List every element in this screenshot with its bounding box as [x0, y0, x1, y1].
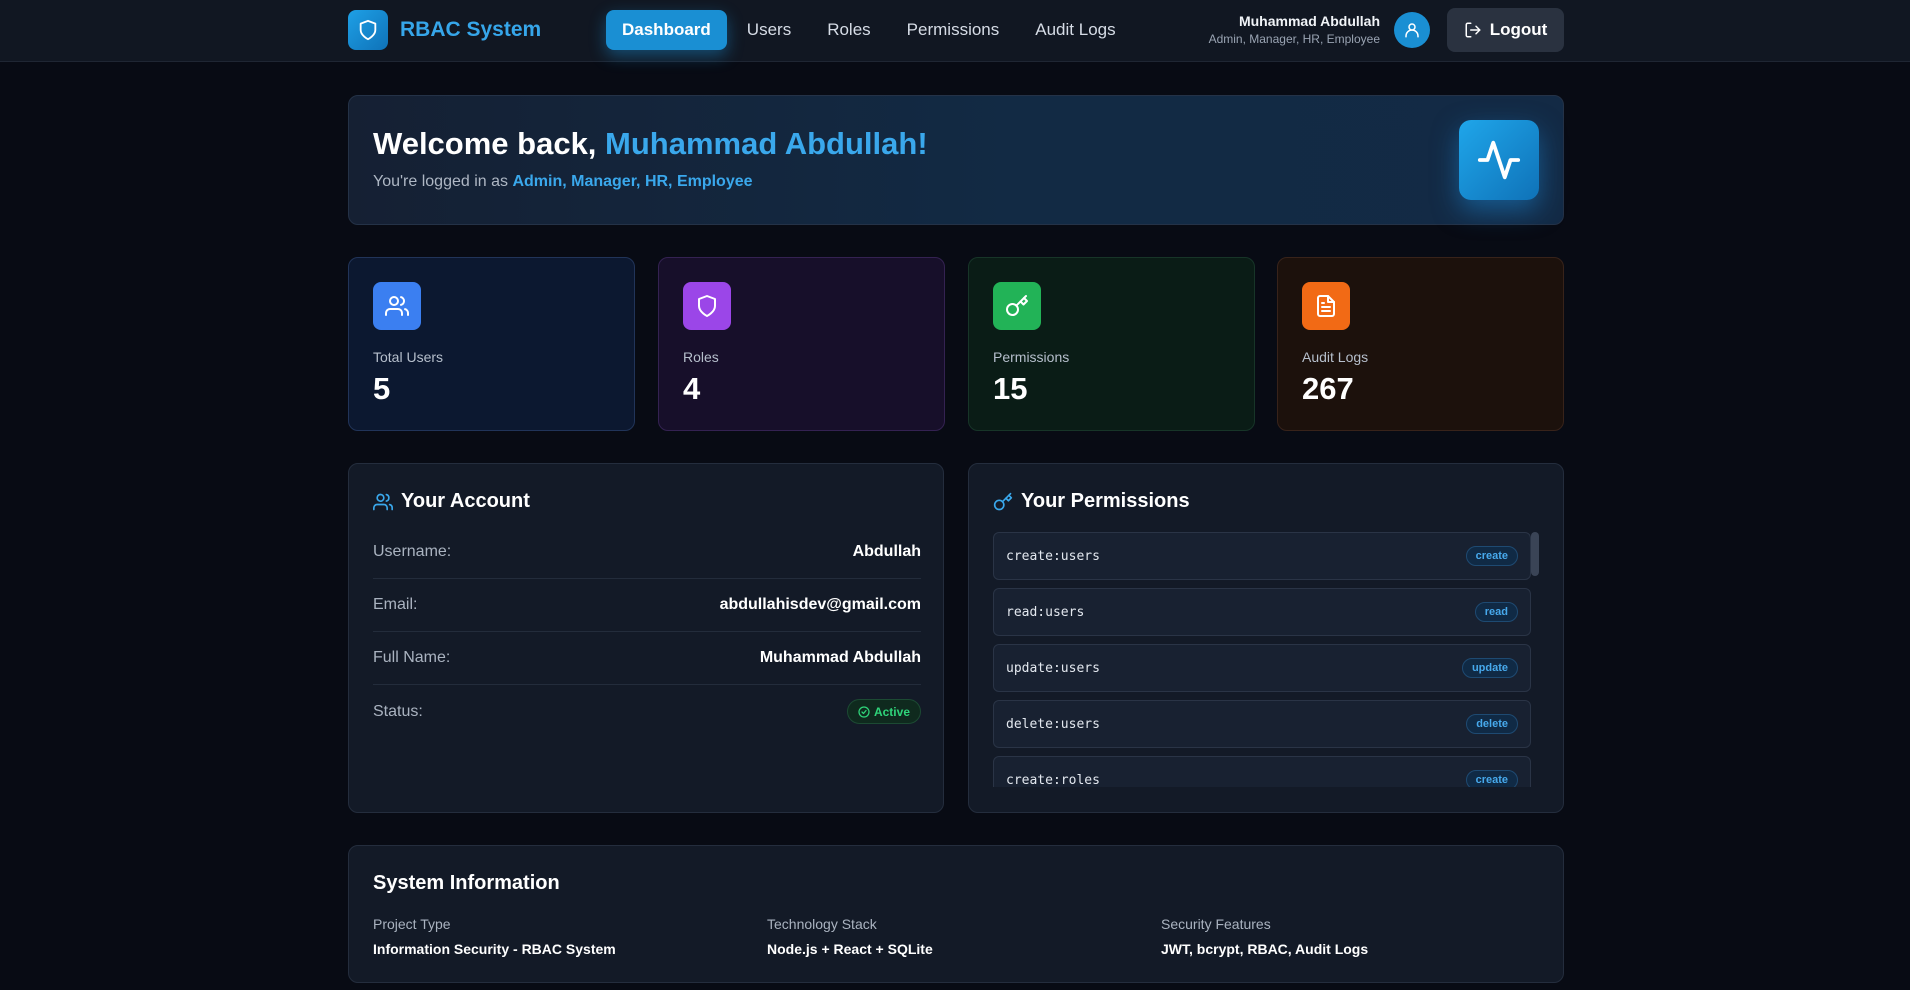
logout-button[interactable]: Logout	[1447, 8, 1564, 52]
system-info-panel: System Information Project Type Informat…	[348, 845, 1564, 983]
logout-label: Logout	[1489, 20, 1548, 39]
info-value: Information Security - RBAC System	[373, 941, 616, 957]
permission-code: read:users	[1006, 604, 1085, 620]
account-value: Abdullah	[852, 543, 921, 560]
account-row-status: Status: Active	[373, 685, 921, 738]
user-roles: Admin, Manager, HR, Employee	[1208, 32, 1380, 46]
permission-tag: delete	[1466, 714, 1518, 734]
users-icon	[373, 493, 393, 510]
info-value: JWT, bcrypt, RBAC, Audit Logs	[1161, 941, 1369, 957]
account-row-full-name: Full Name: Muhammad Abdullah	[373, 632, 921, 685]
permission-tag: create	[1465, 546, 1518, 566]
check-circle-icon	[858, 705, 870, 718]
users-icon	[373, 282, 421, 330]
account-label: Email:	[373, 596, 418, 613]
stat-label: Roles	[683, 349, 719, 365]
permissions-list[interactable]: create:users create read:users read upda…	[993, 532, 1545, 787]
stat-card-permissions: Permissions 15	[968, 257, 1255, 431]
shield-icon	[683, 282, 731, 330]
logged-in-prefix: You're logged in as	[373, 173, 513, 190]
info-value: Node.js + React + SQLite	[767, 941, 933, 957]
permission-item: update:users update	[993, 644, 1531, 692]
stat-card-users: Total Users 5	[348, 257, 635, 431]
permission-code: create:users	[1006, 548, 1100, 564]
stat-value: 15	[993, 371, 1028, 406]
account-value: abdullahisdev@gmail.com	[719, 596, 921, 613]
account-label: Full Name:	[373, 649, 451, 666]
welcome-greeting: Welcome back,	[373, 126, 606, 161]
permission-tag: update	[1461, 658, 1518, 678]
permissions-scrollbar[interactable]	[1531, 532, 1539, 576]
welcome-roles: Admin, Manager, HR, Employee	[512, 173, 753, 190]
brand-name: RBAC System	[400, 18, 542, 41]
account-panel: Your Account Username: Abdullah Email: a…	[348, 463, 944, 813]
info-label: Technology Stack	[767, 916, 877, 932]
permission-code: delete:users	[1006, 716, 1100, 732]
stat-label: Audit Logs	[1302, 349, 1369, 365]
user-avatar-icon[interactable]	[1394, 12, 1430, 48]
permission-code: update:users	[1006, 660, 1100, 676]
permission-item: delete:users delete	[993, 700, 1531, 748]
permission-tag: create	[1465, 770, 1518, 787]
main-nav: Dashboard Users Roles Permissions Audit …	[606, 10, 1136, 50]
account-value: Muhammad Abdullah	[759, 649, 921, 666]
user-name: Muhammad Abdullah	[1238, 13, 1380, 29]
welcome-name: Muhammad Abdullah!	[605, 126, 928, 161]
stat-value: 4	[683, 371, 701, 406]
stat-label: Total Users	[373, 349, 444, 365]
permission-item: create:users create	[993, 532, 1531, 580]
stat-value: 5	[373, 371, 391, 406]
system-info-tech-stack: Technology Stack Node.js + React + SQLit…	[767, 916, 933, 957]
shield-icon	[348, 10, 388, 50]
top-navbar: RBAC System Dashboard Users Roles Permis…	[0, 0, 1910, 62]
key-icon	[993, 492, 1013, 510]
account-title-text: Your Account	[401, 490, 530, 512]
welcome-banner: Welcome back, Muhammad Abdullah! You're …	[348, 95, 1564, 225]
document-icon	[1302, 282, 1350, 330]
welcome-subtitle: You're logged in as Admin, Manager, HR, …	[373, 173, 753, 191]
permission-item: create:roles create	[993, 756, 1531, 787]
stat-card-roles: Roles 4	[658, 257, 945, 431]
permission-tag: read	[1474, 602, 1518, 622]
stat-label: Permissions	[993, 349, 1070, 365]
permission-item: read:users read	[993, 588, 1531, 636]
stat-card-audit-logs: Audit Logs 267	[1277, 257, 1564, 431]
info-label: Project Type	[373, 916, 451, 932]
nav-audit-logs[interactable]: Audit Logs	[1019, 10, 1131, 50]
permissions-title-text: Your Permissions	[1021, 490, 1190, 512]
system-info-title: System Information	[373, 872, 560, 894]
system-info-security: Security Features JWT, bcrypt, RBAC, Aud…	[1161, 916, 1368, 957]
account-row-email: Email: abdullahisdev@gmail.com	[373, 579, 921, 632]
permissions-panel: Your Permissions create:users create rea…	[968, 463, 1564, 813]
nav-roles[interactable]: Roles	[811, 10, 886, 50]
nav-users[interactable]: Users	[731, 10, 807, 50]
status-text: Active	[873, 704, 910, 719]
account-label: Status:	[373, 702, 423, 720]
account-row-username: Username: Abdullah	[373, 526, 921, 579]
stat-value: 267	[1302, 371, 1354, 406]
nav-permissions[interactable]: Permissions	[891, 10, 1016, 50]
nav-dashboard[interactable]: Dashboard	[606, 10, 727, 50]
permission-code: create:roles	[1006, 772, 1100, 788]
info-label: Security Features	[1161, 916, 1271, 932]
account-title: Your Account	[373, 490, 530, 513]
welcome-heading: Welcome back, Muhammad Abdullah!	[373, 126, 928, 162]
account-label: Username:	[373, 543, 452, 560]
logout-icon	[1465, 22, 1481, 38]
status-badge: Active	[846, 699, 921, 724]
activity-icon	[1459, 120, 1539, 200]
brand[interactable]: RBAC System	[348, 10, 541, 50]
permissions-title: Your Permissions	[993, 490, 1190, 513]
key-icon	[993, 282, 1041, 330]
system-info-project-type: Project Type Information Security - RBAC…	[373, 916, 616, 957]
user-info: Muhammad Abdullah Admin, Manager, HR, Em…	[1209, 13, 1380, 46]
